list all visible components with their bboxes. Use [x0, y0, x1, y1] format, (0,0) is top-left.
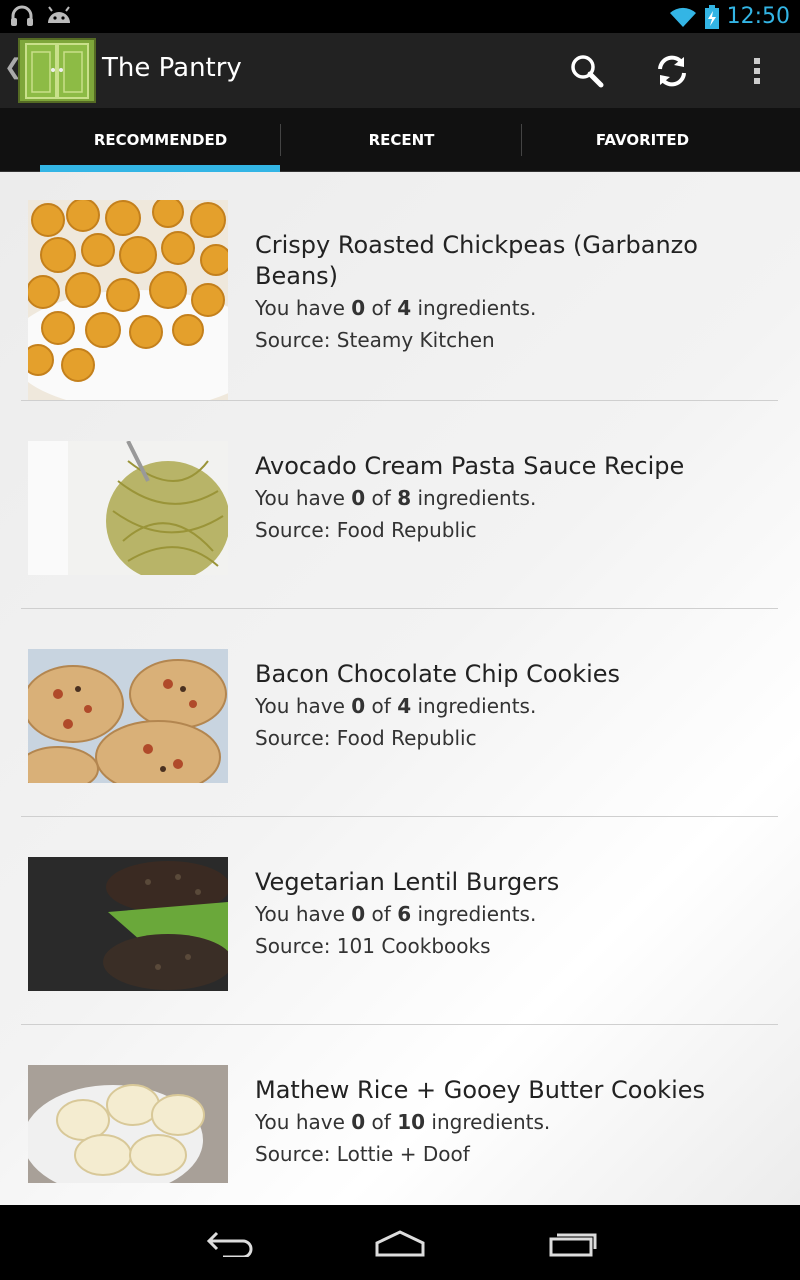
- recipe-thumbnail-avocado-pasta: [28, 441, 228, 575]
- recipe-thumbnail-lentil-burgers: [28, 857, 228, 991]
- tab-recent[interactable]: RECENT: [281, 108, 522, 172]
- ingredient-count: You have 0 of 4 ingredients.: [255, 296, 537, 320]
- action-bar: ❮ The Pantry: [0, 33, 800, 108]
- recipe-thumbnail-bacon-cookies: [28, 649, 228, 783]
- recipe-row[interactable]: Vegetarian Lentil Burgers You have 0 of …: [21, 817, 778, 1025]
- back-button[interactable]: [180, 1213, 280, 1273]
- ingredient-count: You have 0 of 6 ingredients.: [255, 902, 537, 926]
- recipe-thumbnail-butter-cookies: [28, 1065, 228, 1183]
- home-button[interactable]: [350, 1213, 450, 1273]
- headphones-icon: [11, 5, 33, 26]
- recipe-title: Mathew Rice + Gooey Butter Cookies: [255, 1076, 706, 1104]
- recipe-list[interactable]: Crispy Roasted Chickpeas (Garbanzo Beans…: [0, 172, 800, 1205]
- recipe-title: Vegetarian Lentil Burgers: [255, 868, 560, 896]
- recipe-title: Avocado Cream Pasta Sauce Recipe: [255, 452, 685, 480]
- recipe-title: Bacon Chocolate Chip Cookies: [255, 660, 621, 688]
- overflow-menu-icon: [754, 57, 760, 84]
- android-icon: [48, 6, 70, 23]
- app-title: The Pantry: [102, 53, 242, 83]
- tab-selected-indicator: [40, 165, 280, 172]
- tab-bar: RECOMMENDED RECENT FAVORITED: [0, 108, 800, 172]
- pantry-doors-icon: [25, 43, 89, 99]
- recipe-row[interactable]: Avocado Cream Pasta Sauce Recipe You hav…: [21, 401, 778, 609]
- ingredient-count: You have 0 of 8 ingredients.: [255, 486, 537, 510]
- recent-apps-icon: [549, 1233, 597, 1257]
- recipe-row[interactable]: Bacon Chocolate Chip Cookies You have 0 …: [21, 609, 778, 817]
- battery-charging-icon: [704, 4, 719, 29]
- recipe-source: Source: Steamy Kitchen: [255, 328, 495, 352]
- status-bar: 12:50: [0, 0, 800, 33]
- home-icon: [375, 1230, 425, 1257]
- search-icon: [571, 54, 604, 87]
- tab-favorited[interactable]: FAVORITED: [522, 108, 763, 172]
- app-logo[interactable]: [18, 38, 96, 103]
- search-button[interactable]: [547, 33, 627, 108]
- recipe-source: Source: Lottie + Doof: [255, 1142, 470, 1166]
- back-icon: [206, 1231, 253, 1257]
- ingredient-count: You have 0 of 10 ingredients.: [255, 1110, 551, 1134]
- recipe-thumbnail-chickpeas: [28, 200, 228, 400]
- refresh-button[interactable]: [632, 33, 712, 108]
- recent-apps-button[interactable]: [522, 1213, 622, 1273]
- navigation-bar: [0, 1205, 800, 1280]
- recipe-source: Source: 101 Cookbooks: [255, 934, 491, 958]
- recipe-title: Crispy Roasted Chickpeas (Garbanzo Beans…: [255, 231, 698, 290]
- status-clock: 12:50: [726, 4, 790, 29]
- recipe-row[interactable]: Mathew Rice + Gooey Butter Cookies You h…: [21, 1025, 778, 1205]
- overflow-menu-button[interactable]: [717, 33, 797, 108]
- tab-recommended[interactable]: RECOMMENDED: [40, 108, 281, 172]
- recipe-source: Source: Food Republic: [255, 518, 477, 542]
- recipe-row[interactable]: Crispy Roasted Chickpeas (Garbanzo Beans…: [21, 172, 778, 401]
- recipe-source: Source: Food Republic: [255, 726, 477, 750]
- refresh-icon: [658, 55, 686, 86]
- wifi-icon: [669, 7, 696, 27]
- ingredient-count: You have 0 of 4 ingredients.: [255, 694, 537, 718]
